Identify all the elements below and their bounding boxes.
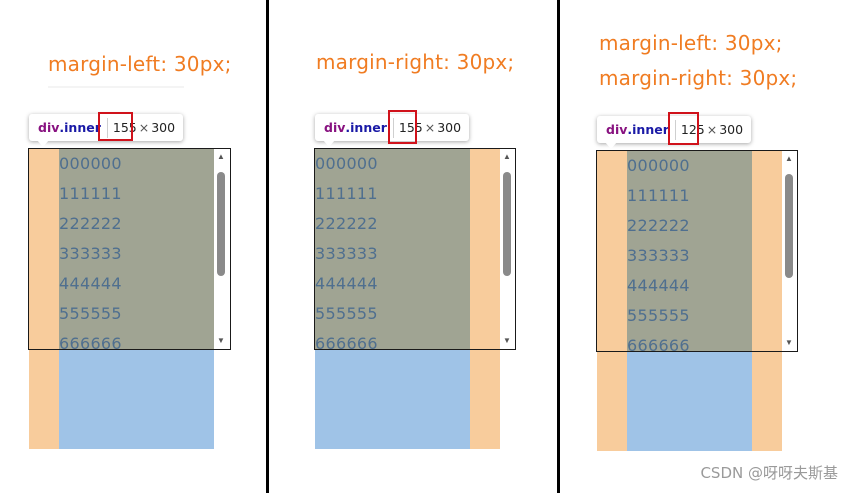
tooltip-tag: div (324, 120, 346, 135)
tooltip-class: .inner (627, 122, 669, 137)
tooltip-times: × (424, 120, 436, 135)
caption-underline (48, 86, 184, 88)
vertical-scrollbar[interactable]: ▲ ▼ (500, 150, 514, 348)
scroll-down-arrow-icon[interactable]: ▼ (782, 336, 796, 350)
scroll-up-arrow-icon[interactable]: ▲ (500, 150, 514, 164)
width-highlight-box (98, 112, 133, 141)
scroll-down-arrow-icon[interactable]: ▼ (214, 334, 228, 348)
panel-divider-2 (557, 0, 560, 493)
tooltip-times: × (706, 122, 718, 137)
tooltip-tag: div (38, 120, 60, 135)
scrollbar-thumb[interactable] (503, 172, 511, 276)
scroll-up-arrow-icon[interactable]: ▲ (214, 150, 228, 164)
tooltip-tag: div (606, 122, 628, 137)
scrollbar-thumb[interactable] (217, 172, 225, 276)
tooltip-class: .inner (345, 120, 387, 135)
caption-margin-left: margin-left: 30px; (599, 31, 783, 55)
tooltip-times: × (138, 120, 150, 135)
tooltip-height: 300 (437, 120, 462, 135)
vertical-scrollbar[interactable]: ▲ ▼ (782, 152, 796, 350)
outer-scroll-container[interactable] (596, 150, 798, 352)
scrollbar-thumb[interactable] (785, 174, 793, 278)
tooltip-arrow-icon (37, 140, 49, 147)
watermark: CSDN @呀呀夫斯基 (700, 464, 838, 482)
scroll-down-arrow-icon[interactable]: ▼ (500, 334, 514, 348)
scroll-up-arrow-icon[interactable]: ▲ (782, 152, 796, 166)
outer-scroll-container[interactable] (314, 148, 516, 350)
width-highlight-box (668, 112, 699, 145)
caption-margin-right: margin-right: 30px; (316, 50, 515, 74)
tooltip-height: 300 (151, 120, 176, 135)
tooltip-arrow-icon (605, 142, 617, 149)
tooltip-height: 300 (719, 122, 744, 137)
vertical-scrollbar[interactable]: ▲ ▼ (214, 150, 228, 348)
panel-divider-1 (266, 0, 269, 493)
width-highlight-box (388, 110, 417, 144)
outer-scroll-container[interactable] (28, 148, 231, 350)
tooltip-arrow-icon (323, 140, 335, 147)
tooltip-class: .inner (59, 120, 101, 135)
caption-margin-right: margin-right: 30px; (599, 66, 798, 90)
caption-margin-left: margin-left: 30px; (48, 52, 232, 76)
